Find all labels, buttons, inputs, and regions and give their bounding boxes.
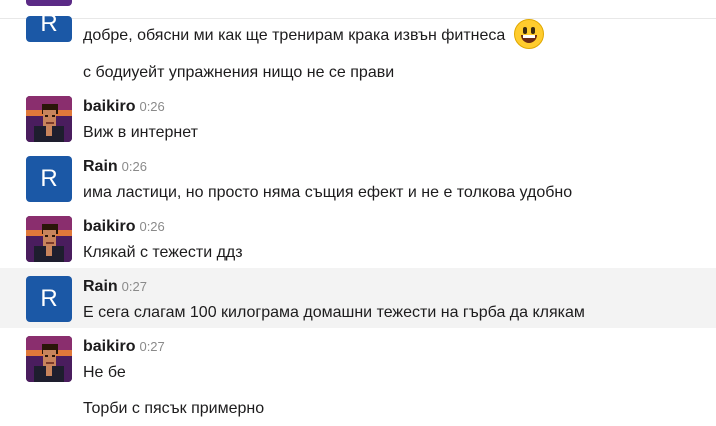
baikiro-portrait-icon (26, 216, 72, 262)
grinning-face-emoji-icon (513, 19, 544, 49)
message-text: Торби с пясък примерно (83, 400, 265, 417)
avatar-baikiro[interactable] (26, 96, 72, 142)
timestamp[interactable]: 0:26 (139, 99, 164, 114)
partial-avatar[interactable] (26, 0, 72, 6)
author-name[interactable]: Rain 0:27 (83, 278, 147, 296)
baikiro-portrait-icon (26, 96, 72, 142)
avatar-rain[interactable]: R (26, 156, 72, 202)
message-text: Клякай с тежести ддз (83, 244, 243, 261)
message-text: има ластици, но просто няма същия ефект … (83, 184, 573, 201)
avatar-baikiro[interactable] (26, 336, 72, 382)
message-text: добре, обясни ми как ще тренирам крака и… (83, 19, 544, 51)
avatar-letter: R (40, 285, 58, 312)
avatar-rain[interactable]: R (26, 276, 72, 322)
message-text: Е сега слагам 100 килограма домашни теже… (83, 304, 585, 321)
baikiro-portrait-icon (26, 336, 72, 382)
top-bar (0, 0, 716, 19)
message-text: Виж в интернет (83, 124, 198, 141)
message-text: Не бе (83, 364, 126, 381)
message-text: с бодиуейт упражнения нищо не се прави (83, 64, 395, 81)
author-name[interactable]: Rain 0:26 (83, 158, 147, 176)
timestamp[interactable]: 0:26 (139, 219, 164, 234)
author-name[interactable]: baikiro 0:26 (83, 98, 165, 116)
timestamp[interactable]: 0:26 (122, 159, 147, 174)
avatar-baikiro[interactable] (26, 216, 72, 262)
timestamp[interactable]: 0:27 (122, 279, 147, 294)
avatar-letter: R (40, 16, 58, 37)
timestamp[interactable]: 0:27 (139, 339, 164, 354)
author-name[interactable]: baikiro 0:27 (83, 338, 165, 356)
avatar-letter: R (40, 165, 58, 192)
avatar-rain[interactable]: R (26, 16, 72, 42)
author-name[interactable]: baikiro 0:26 (83, 218, 165, 236)
